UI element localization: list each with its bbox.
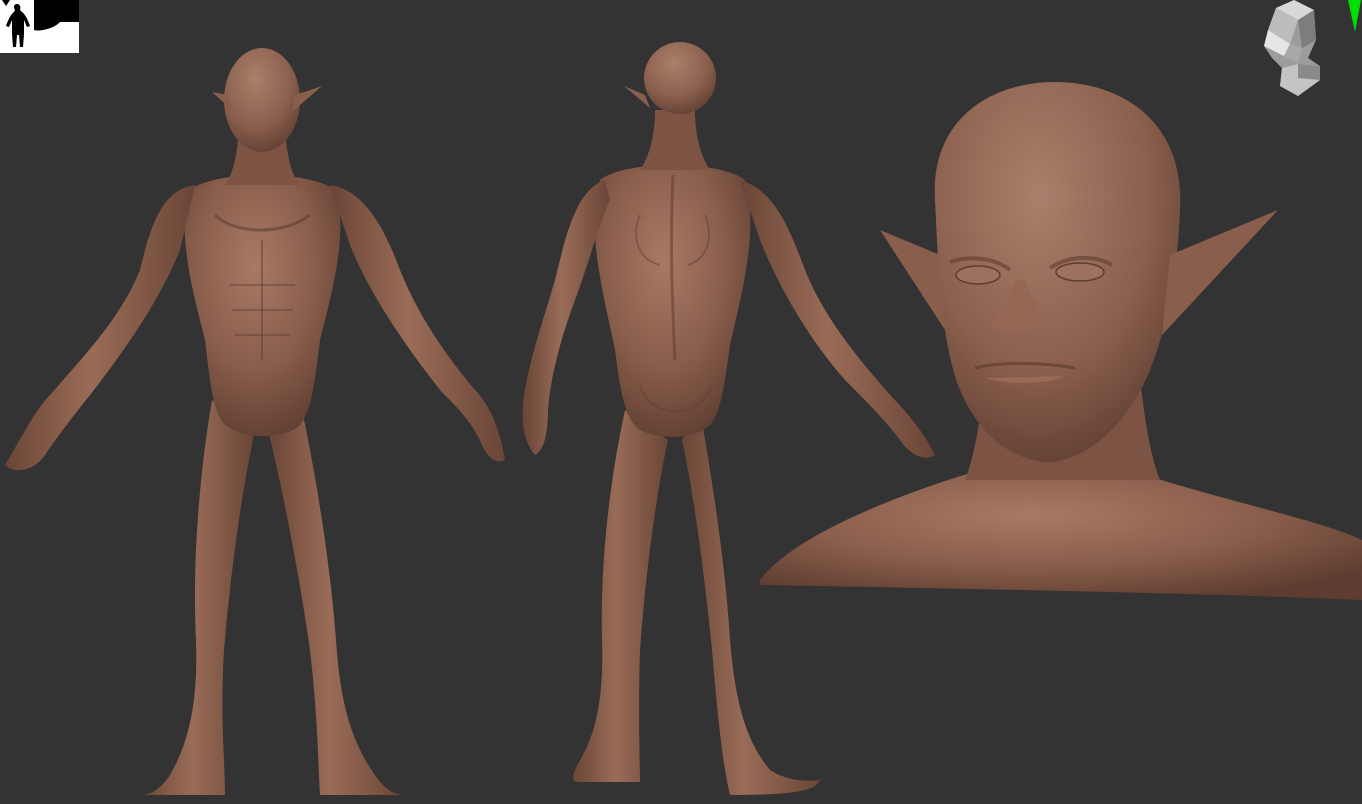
head-bust-closeup[interactable] [760,82,1362,600]
viewport-scene [5,42,1362,795]
head-navigation-cube-icon[interactable] [1258,0,1330,98]
front-view-figure[interactable] [5,48,505,795]
silhouette-thumbnail-icon[interactable] [0,0,79,53]
back-view-figure[interactable] [522,42,935,795]
3d-viewport[interactable] [0,0,1362,804]
green-axis-marker-icon [1345,0,1362,34]
